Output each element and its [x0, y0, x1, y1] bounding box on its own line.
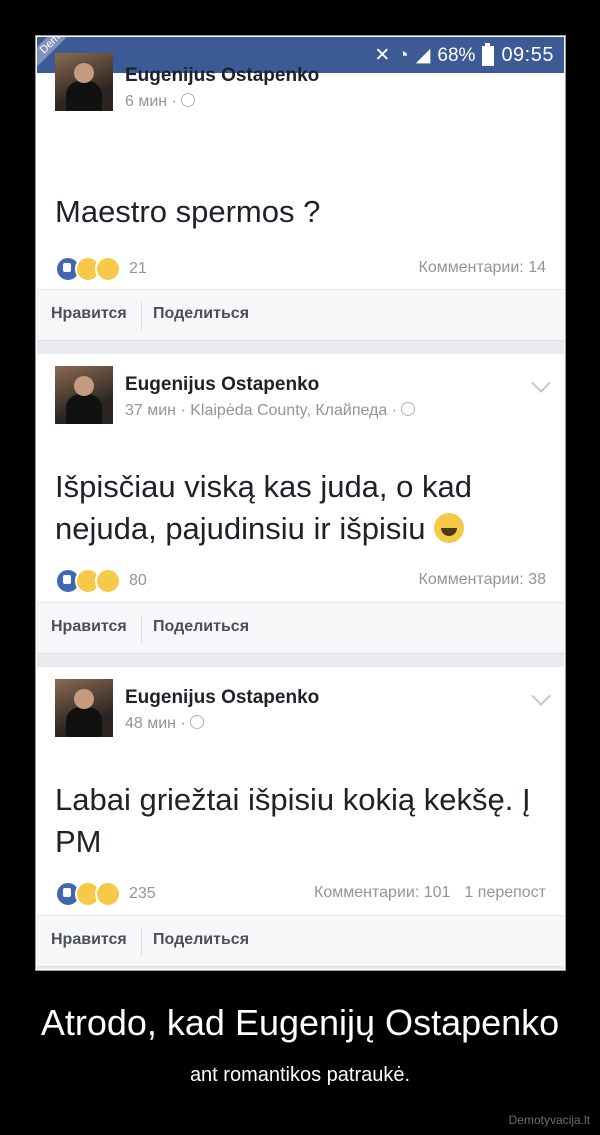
mute-icon: ✕: [374, 45, 391, 66]
post-stats[interactable]: Комментарии: 38: [419, 571, 546, 589]
wow-reaction-icon: [95, 881, 121, 907]
site-name: Demotyvacija.lt: [508, 1113, 590, 1127]
divider: [141, 928, 142, 956]
news-feed[interactable]: Eugenijus Ostapenko 6 мин · Maestro sper…: [37, 53, 564, 969]
grinning-emoji-icon: [434, 513, 465, 543]
globe-icon: [189, 715, 204, 729]
post-author[interactable]: Eugenijus Ostapenko: [125, 374, 319, 396]
post-author[interactable]: Eugenijus Ostapenko: [125, 65, 319, 87]
reaction-count: 80: [129, 572, 147, 589]
post-meta: 6 мин ·: [125, 93, 195, 111]
reactions-summary[interactable]: 235: [55, 881, 156, 907]
post-3: Eugenijus Ostapenko 48 мин · Labai griež…: [37, 667, 564, 915]
like-button[interactable]: Нравится: [51, 931, 127, 949]
share-button[interactable]: Поделиться: [153, 618, 249, 636]
reactions-summary[interactable]: 80: [55, 568, 147, 594]
post-text: Maestro spermos ?: [55, 194, 321, 229]
signal-icon: ◢: [415, 45, 431, 66]
post-meta: 48 мин ·: [125, 715, 204, 733]
post-text: Išpisčiau viską kas juda, o kad nejuda, …: [55, 469, 472, 546]
caption-subtitle: ant romantikos patraukė.: [189, 1064, 411, 1086]
reactions-summary[interactable]: 21: [55, 256, 147, 282]
comment-count[interactable]: Комментарии: 101: [314, 884, 450, 901]
share-button[interactable]: Поделиться: [153, 931, 249, 949]
post-1: Eugenijus Ostapenko 6 мин · Maestro sper…: [37, 53, 564, 289]
wow-reaction-icon: [95, 568, 121, 594]
post-meta: 37 мин · Klaipėda County, Клайпеда ·: [125, 402, 416, 420]
post-author[interactable]: Eugenijus Ostapenko: [125, 687, 319, 709]
divider: [141, 615, 142, 643]
share-count[interactable]: 1 перепост: [464, 884, 546, 901]
comment-count[interactable]: Комментарии: 38: [419, 571, 546, 588]
reaction-count: 235: [129, 885, 156, 902]
post-actions: Нравится Поделиться: [37, 289, 564, 341]
post-2: Eugenijus Ostapenko 37 мин · Klaipėda Co…: [37, 354, 564, 602]
chevron-down-icon[interactable]: [531, 686, 551, 706]
comment-count[interactable]: Комментарии: 14: [419, 259, 546, 276]
globe-icon: [401, 402, 416, 416]
post-actions: Нравится Поделиться: [37, 915, 564, 967]
reaction-count: 21: [129, 260, 147, 277]
battery-percent: 68%: [437, 44, 476, 66]
post-stats[interactable]: Комментарии: 101 1 перепост: [314, 884, 546, 902]
avatar[interactable]: [55, 53, 113, 111]
like-button[interactable]: Нравится: [51, 618, 127, 636]
post-text: Labai griežtai išpisiu kokią kekšę. Į PM: [55, 782, 531, 859]
clock: 09:55: [501, 44, 554, 66]
wifi-icon: ◔: [397, 44, 409, 66]
screenshot-frame: ✕ ◔ ◢ 68% 09:55 Eugenijus Ostapenko 6 ми…: [35, 35, 566, 971]
avatar[interactable]: [55, 366, 113, 424]
post-stats[interactable]: Комментарии: 14: [419, 259, 546, 277]
globe-icon: [180, 93, 195, 107]
like-button[interactable]: Нравится: [51, 305, 127, 323]
avatar[interactable]: [55, 679, 113, 737]
divider: [141, 302, 142, 330]
wow-reaction-icon: [95, 256, 121, 282]
chevron-down-icon[interactable]: [531, 373, 551, 393]
caption-title: Atrodo, kad Eugenijų Ostapenko: [40, 1002, 560, 1043]
post-actions: Нравится Поделиться: [37, 602, 564, 654]
battery-icon: [482, 42, 495, 66]
share-button[interactable]: Поделиться: [153, 305, 249, 323]
